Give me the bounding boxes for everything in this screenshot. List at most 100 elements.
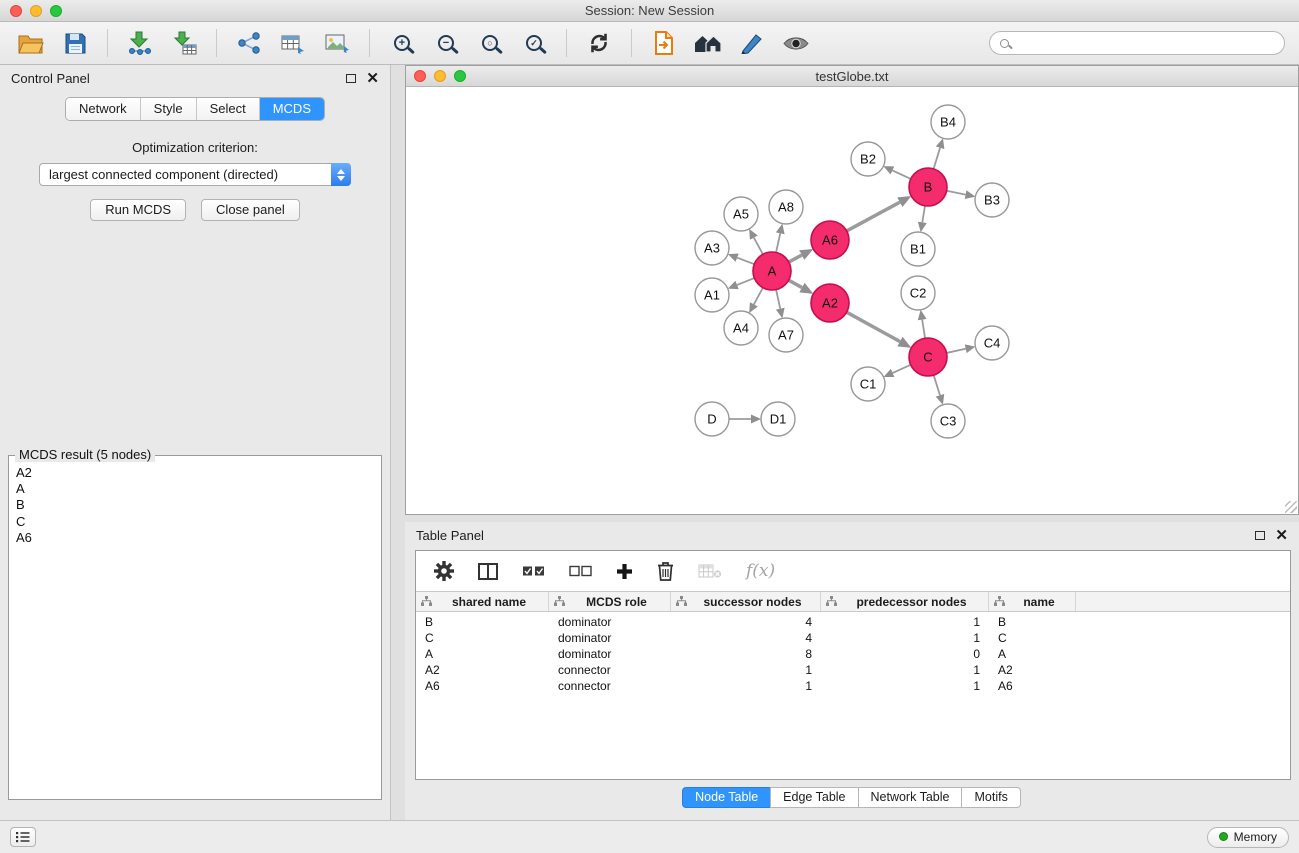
network-table-icon[interactable] [276,27,310,59]
maximize-window-button[interactable] [50,5,62,17]
delete-table-icon[interactable] [698,563,722,579]
edge-B-B4[interactable] [934,148,940,169]
close-panel-button[interactable]: Close panel [201,199,300,221]
float-panel-icon[interactable] [346,74,356,83]
image-export-icon[interactable] [320,27,354,59]
table-cell[interactable]: 4 [671,615,821,629]
function-builder-icon[interactable]: f(x) [746,561,775,581]
tab-style[interactable]: Style [141,98,197,120]
table-row-c[interactable]: Cdominator41C [416,630,1290,646]
result-item-c[interactable]: C [16,514,374,530]
node-D[interactable]: D [695,402,729,436]
node-C2[interactable]: C2 [901,276,935,310]
table-cell[interactable]: 4 [671,631,821,645]
tab-node-table[interactable]: Node Table [682,787,771,808]
table-cell[interactable]: A6 [416,679,549,693]
node-C4[interactable]: C4 [975,326,1009,360]
table-row-a[interactable]: Adominator80A [416,646,1290,662]
edge-A-A1[interactable] [737,278,754,285]
table-cell[interactable]: connector [549,663,671,677]
table-cell[interactable]: 1 [821,631,989,645]
home-icon[interactable] [691,27,725,59]
tab-mcds[interactable]: MCDS [260,98,324,120]
criterion-dropdown[interactable]: largest connected component (directed) [39,163,351,186]
table-cell[interactable]: A [416,647,549,661]
maximize-network-window-button[interactable] [454,70,466,82]
table-cell[interactable]: connector [549,679,671,693]
table-cell[interactable]: 1 [671,679,821,693]
edge-A-A4[interactable] [754,288,763,305]
table-cell[interactable]: B [989,615,1076,629]
tab-edge-table[interactable]: Edge Table [770,787,858,808]
table-cell[interactable]: dominator [549,647,671,661]
table-cell[interactable]: 1 [821,679,989,693]
zoom-fit-icon[interactable]: ○ [473,27,507,59]
table-cell[interactable]: 1 [821,615,989,629]
edge-A-A5[interactable] [754,238,763,255]
table-settings-gear-icon[interactable] [434,561,454,581]
node-B[interactable]: B [909,168,947,206]
edge-C-C3[interactable] [934,375,940,395]
table-cell[interactable]: 1 [821,663,989,677]
table-cell[interactable]: C [989,631,1076,645]
column-header-predecessor-nodes[interactable]: predecessor nodes [821,592,989,611]
column-header-name[interactable]: name [989,592,1076,611]
node-A3[interactable]: A3 [695,231,729,265]
column-header-mcds-role[interactable]: MCDS role [549,592,671,611]
node-B3[interactable]: B3 [975,183,1009,217]
column-header-shared-name[interactable]: shared name [416,592,549,611]
table-cell[interactable]: 8 [671,647,821,661]
search-input[interactable] [1016,36,1274,51]
tab-network-table[interactable]: Network Table [858,787,963,808]
node-A4[interactable]: A4 [724,311,758,345]
table-cell[interactable]: C [416,631,549,645]
import-network-icon[interactable] [123,27,157,59]
float-table-panel-icon[interactable] [1255,531,1265,540]
table-cell[interactable]: B [416,615,549,629]
node-C1[interactable]: C1 [851,367,885,401]
result-item-a6[interactable]: A6 [16,530,374,546]
show-panels-button[interactable] [10,827,36,847]
node-C3[interactable]: C3 [931,404,965,438]
tab-select[interactable]: Select [197,98,260,120]
delete-row-trash-icon[interactable] [657,561,674,581]
close-network-window-button[interactable] [414,70,426,82]
node-B4[interactable]: B4 [931,105,965,139]
node-A8[interactable]: A8 [769,190,803,224]
table-cell[interactable]: dominator [549,615,671,629]
node-A5[interactable]: A5 [724,197,758,231]
edge-C-C2[interactable] [922,320,925,339]
refresh-layout-icon[interactable] [582,27,616,59]
edge-B-B1[interactable] [922,206,925,223]
import-table-icon[interactable] [167,27,201,59]
network-window-titlebar[interactable]: testGlobe.txt [406,66,1298,87]
node-A1[interactable]: A1 [695,278,729,312]
edge-A-A8[interactable] [776,233,780,252]
table-row-b[interactable]: Bdominator41B [416,614,1290,630]
annotation-pen-icon[interactable] [735,27,769,59]
zoom-out-icon[interactable]: − [429,27,463,59]
edge-A-A6[interactable] [789,255,802,262]
table-cell[interactable]: 0 [821,647,989,661]
edge-B-B3[interactable] [947,191,966,195]
table-cell[interactable]: dominator [549,631,671,645]
edge-A-A7[interactable] [776,290,780,309]
result-item-b[interactable]: B [16,497,374,513]
deselect-all-columns-icon[interactable] [569,565,592,578]
close-table-panel-icon[interactable]: ✕ [1275,528,1288,543]
save-session-icon[interactable] [58,27,92,59]
add-row-icon[interactable] [616,563,633,580]
table-cell[interactable]: A2 [989,663,1076,677]
zoom-in-icon[interactable]: + [385,27,419,59]
table-cell[interactable]: 1 [671,663,821,677]
node-B2[interactable]: B2 [851,142,885,176]
edge-B-B2[interactable] [892,170,910,179]
network-canvas[interactable]: AA1A2A3A4A5A6A7A8BB1B2B3B4CC1C2C3C4DD1 [406,87,1298,514]
tab-network[interactable]: Network [66,98,141,120]
column-layout-icon[interactable] [478,563,498,580]
node-A[interactable]: A [753,252,791,290]
table-cell[interactable]: A2 [416,663,549,677]
table-row-a2[interactable]: A2connector11A2 [416,662,1290,678]
node-A6[interactable]: A6 [811,221,849,259]
tab-motifs[interactable]: Motifs [961,787,1020,808]
